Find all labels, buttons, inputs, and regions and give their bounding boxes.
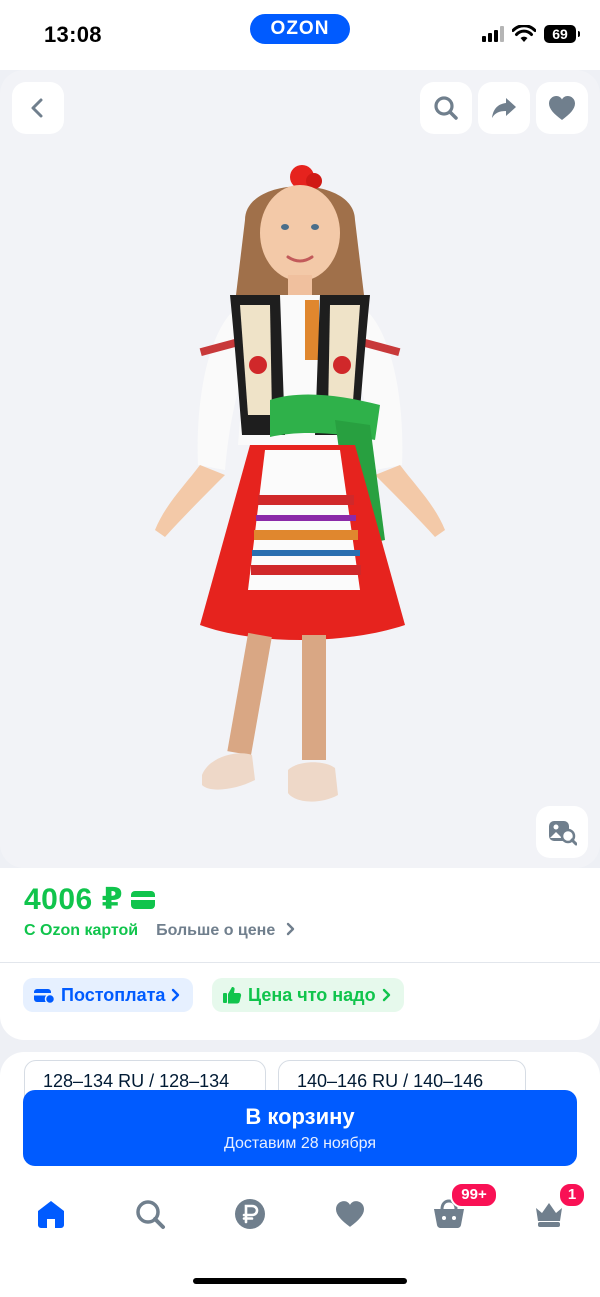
chevron-right-icon: [382, 988, 390, 1002]
postpay-icon: [34, 989, 55, 1004]
search-button[interactable]: [420, 82, 472, 134]
home-indicator: [193, 1278, 407, 1284]
tab-bar: 99+ 1: [0, 1172, 600, 1297]
good-price-chip[interactable]: Цена что надо: [212, 978, 404, 1012]
price-card: 4006 ₽ С Ozon картой Больше о цене Посто…: [0, 868, 600, 1040]
product-photo-card[interactable]: [0, 70, 600, 868]
tab-home[interactable]: [31, 1194, 71, 1234]
more-about-price-label: Больше о цене: [156, 922, 276, 939]
share-icon: [492, 98, 516, 118]
status-time: 13:08: [44, 22, 102, 47]
profile-badge: 1: [558, 1182, 586, 1208]
good-price-label: Цена что надо: [248, 984, 376, 1005]
price-row[interactable]: 4006 ₽: [24, 882, 155, 917]
add-to-cart-button[interactable]: В корзину Доставим 28 ноября: [23, 1090, 577, 1166]
cart-badge: 99+: [450, 1182, 498, 1208]
battery-icon: 69: [544, 25, 580, 43]
battery-level: 69: [552, 26, 568, 42]
ozon-card-label: С Ozon картой: [24, 922, 139, 939]
ozon-logo: OZON: [250, 14, 350, 44]
ozon-card-icon: [130, 890, 155, 909]
signal-icon: [482, 26, 504, 42]
status-icons: 69: [482, 25, 580, 43]
divider: [0, 962, 600, 963]
delivery-date: Доставим 28 ноября: [223, 1135, 377, 1152]
image-search-icon: [549, 821, 577, 846]
product-image[interactable]: [130, 165, 470, 815]
price-value: 4006 ₽: [24, 883, 123, 916]
status-bar: 13:08 OZON 69: [0, 0, 600, 70]
wifi-icon: [512, 25, 536, 42]
tab-favorites[interactable]: [330, 1194, 370, 1234]
heart-icon: [549, 96, 575, 120]
back-button[interactable]: [12, 82, 64, 134]
image-search-button[interactable]: [536, 806, 588, 858]
search-icon: [434, 96, 458, 120]
chevron-right-icon: [172, 988, 180, 1002]
add-to-cart-label: В корзину: [245, 1104, 355, 1129]
heart-icon: [336, 1201, 364, 1227]
share-button[interactable]: [478, 82, 530, 134]
chevron-right-icon: [286, 922, 294, 936]
search-icon: [136, 1200, 165, 1229]
price-subline: С Ozon картой Больше о цене: [24, 922, 296, 940]
tab-ozon-bank[interactable]: [230, 1194, 270, 1234]
ruble-icon: [235, 1199, 265, 1229]
postpay-chip[interactable]: Постоплата: [23, 978, 194, 1012]
more-about-price-link[interactable]: Больше о цене: [156, 922, 296, 940]
thumbs-up-icon: [223, 987, 242, 1004]
back-icon: [31, 98, 43, 118]
home-icon: [38, 1201, 64, 1228]
tab-search[interactable]: [130, 1194, 170, 1234]
postpay-label: Постоплата: [61, 984, 166, 1005]
favorite-button[interactable]: [536, 82, 588, 134]
